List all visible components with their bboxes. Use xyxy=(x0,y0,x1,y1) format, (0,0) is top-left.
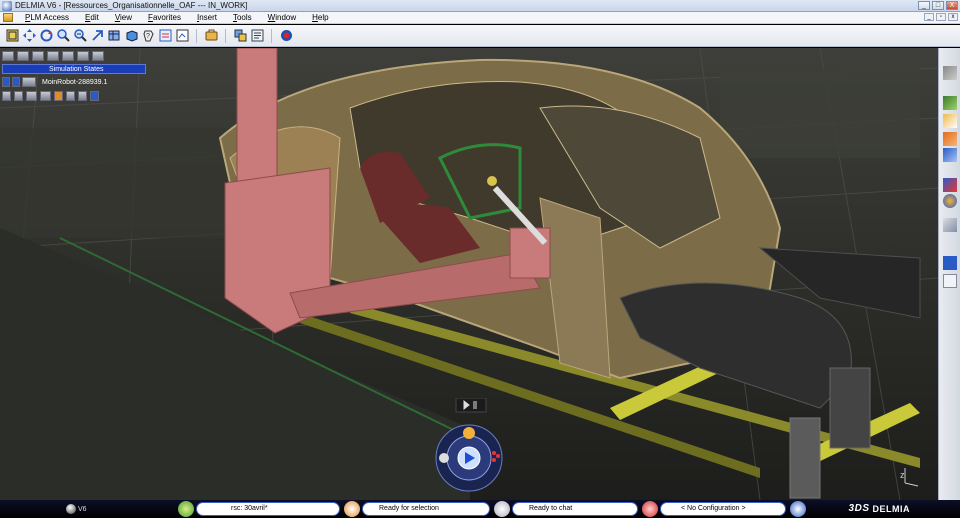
tree-icon[interactable] xyxy=(943,148,957,162)
delmia-logo: 3DS DELMIA xyxy=(849,503,910,514)
svg-text:z: z xyxy=(900,470,905,480)
brush-icon[interactable] xyxy=(943,66,957,80)
menu-favorites[interactable]: Favorites xyxy=(140,13,189,22)
toolbar-separator xyxy=(271,28,272,43)
robot-icon[interactable] xyxy=(32,51,44,61)
table-icon[interactable] xyxy=(943,218,957,232)
fire-icon[interactable] xyxy=(54,91,63,101)
menu-view[interactable]: View xyxy=(107,13,140,22)
link-icon[interactable] xyxy=(943,96,957,110)
robot-compass-control[interactable] xyxy=(434,398,504,500)
box2-icon[interactable] xyxy=(40,91,51,101)
flag-icon[interactable] xyxy=(77,51,89,61)
search-icon[interactable] xyxy=(232,28,248,44)
arrow-right-icon[interactable] xyxy=(943,256,957,270)
bom-icon[interactable] xyxy=(249,28,265,44)
status-bar: V6 rsc: 30avril* Ready for selection Rea… xyxy=(0,500,960,518)
delmia-app-icon[interactable] xyxy=(2,0,12,11)
simulation-panel: Simulation States MoinRobot-288939.1 xyxy=(2,50,146,101)
chart-icon[interactable] xyxy=(17,51,29,61)
shading-icon[interactable] xyxy=(123,28,139,44)
svg-text:?: ? xyxy=(146,33,150,40)
pause-icon[interactable] xyxy=(2,91,11,101)
play-icon[interactable] xyxy=(92,51,104,61)
robot-run-icon[interactable] xyxy=(943,178,957,192)
menu-help[interactable]: Help xyxy=(304,13,336,22)
step-icon[interactable] xyxy=(14,91,23,101)
hide-show-icon[interactable]: ? xyxy=(140,28,156,44)
gear-icon[interactable] xyxy=(62,51,74,61)
sim-tools-row xyxy=(2,91,146,101)
fly-icon[interactable] xyxy=(174,28,190,44)
selection-icon xyxy=(344,501,360,517)
document-icon[interactable] xyxy=(3,13,13,22)
zoom-in-icon[interactable] xyxy=(55,28,71,44)
window-controls: _ □ X xyxy=(918,1,958,10)
close-button[interactable]: X xyxy=(946,1,958,10)
menu-tools[interactable]: Tools xyxy=(225,13,260,22)
window-title: DELMIA V6 - [Ressources_Organisationnell… xyxy=(15,1,248,10)
doc-close-button[interactable]: x xyxy=(948,13,958,21)
selection-status: Ready for selection xyxy=(362,502,490,516)
pan-icon[interactable] xyxy=(21,28,37,44)
configuration-selector[interactable]: < No Configuration > xyxy=(660,502,786,516)
zoom-out-icon[interactable] xyxy=(72,28,88,44)
v6-badge: V6 xyxy=(66,504,87,514)
ds-logo-icon: 3DS xyxy=(848,503,870,514)
config-icon[interactable] xyxy=(642,501,658,517)
up-arrow-icon[interactable] xyxy=(2,77,10,87)
document-window-controls: _ ▫ x xyxy=(924,13,958,21)
v6-ball-icon xyxy=(66,504,76,514)
maximize-button[interactable]: □ xyxy=(932,1,944,10)
camera-icon[interactable] xyxy=(2,51,14,61)
tool-icon[interactable] xyxy=(47,51,59,61)
cut-icon[interactable] xyxy=(203,28,219,44)
globe-icon[interactable] xyxy=(943,194,957,208)
menu-edit[interactable]: Edit xyxy=(77,13,107,22)
version-label: V6 xyxy=(78,505,87,513)
swap-icon[interactable] xyxy=(157,28,173,44)
state-box-icon xyxy=(22,77,36,87)
pointer-tool-icon[interactable] xyxy=(943,114,957,128)
catalog-icon[interactable] xyxy=(278,28,294,44)
doc-minimize-button[interactable]: _ xyxy=(924,13,934,21)
menu-insert[interactable]: Insert xyxy=(189,13,225,22)
normal-view-icon[interactable] xyxy=(89,28,105,44)
iso-view-icon[interactable] xyxy=(106,28,122,44)
toolbar-separator xyxy=(225,28,226,43)
orange-box-icon[interactable] xyxy=(943,132,957,146)
view-toolbar: ? xyxy=(0,25,960,47)
doc-restore-button[interactable]: ▫ xyxy=(936,13,946,21)
toolbar-separator xyxy=(196,28,197,43)
menu-bar: PLM Access Edit View Favorites Insert To… xyxy=(0,12,960,24)
robot-state-row[interactable]: MoinRobot-288939.1 xyxy=(2,76,146,88)
chat-icon[interactable] xyxy=(494,501,510,517)
info-icon[interactable] xyxy=(790,501,806,517)
back-arrow-icon[interactable] xyxy=(12,77,20,87)
simulation-states-title[interactable]: Simulation States xyxy=(2,64,146,74)
rotate-icon[interactable] xyxy=(38,28,54,44)
chat-status: Ready to chat xyxy=(512,502,638,516)
right-toolbar xyxy=(938,48,960,500)
minimize-button[interactable]: _ xyxy=(918,1,930,10)
pointer-icon[interactable] xyxy=(90,91,99,101)
box-icon[interactable] xyxy=(26,91,37,101)
compass-icon[interactable] xyxy=(178,501,194,517)
sim-toolbar xyxy=(2,50,146,62)
menu-plm-access[interactable]: PLM Access xyxy=(17,13,77,22)
3d-viewport[interactable]: z Simulation States MoinRobot-288939.1 xyxy=(0,48,938,500)
frame-icon[interactable] xyxy=(66,91,75,101)
robot-label: MoinRobot-288939.1 xyxy=(42,78,108,86)
fit-all-icon[interactable] xyxy=(4,28,20,44)
title-bar: DELMIA V6 - [Ressources_Organisationnell… xyxy=(0,0,960,12)
search-field[interactable]: rsc: 30avril* xyxy=(196,502,340,516)
clip-icon[interactable] xyxy=(78,91,87,101)
menu-window[interactable]: Window xyxy=(260,13,304,22)
expand-icon[interactable] xyxy=(943,274,957,288)
brand-name: DELMIA xyxy=(872,503,910,514)
